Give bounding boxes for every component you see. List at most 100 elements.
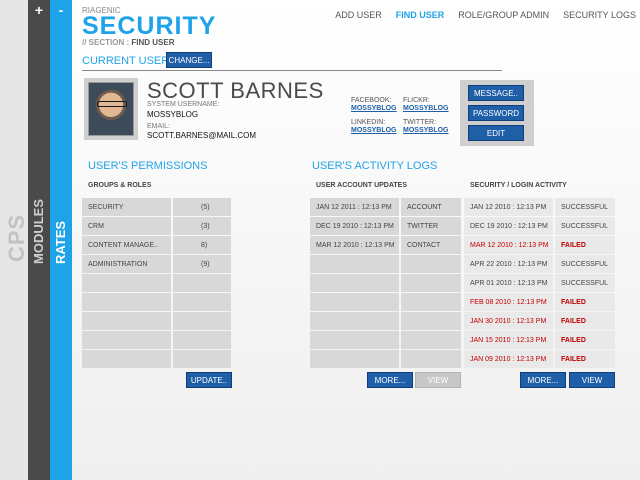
empty-row xyxy=(82,331,171,349)
empty-row xyxy=(401,331,461,349)
login-date: DEC 19 2010 : 12:13 PM xyxy=(464,217,553,235)
groups-roles-header: GROUPS & ROLES xyxy=(88,182,152,189)
collapse-minus-icon[interactable]: - xyxy=(50,3,72,17)
breadcrumb-current: FIND USER xyxy=(131,38,175,47)
activity-title: USER'S ACTIVITY LOGS xyxy=(312,160,438,172)
modules-label: MODULES xyxy=(31,199,46,264)
empty-row xyxy=(401,350,461,368)
empty-row xyxy=(310,331,399,349)
facebook-link[interactable]: MOSSYBLOG xyxy=(351,105,397,112)
top-nav: ADD USER FIND USER ROLE/GROUP ADMIN SECU… xyxy=(335,10,636,20)
empty-row xyxy=(401,293,461,311)
cps-label: CPS xyxy=(4,213,29,262)
empty-row xyxy=(82,350,171,368)
current-user-heading: CURRENT USER xyxy=(82,55,170,67)
login-status: SUCCESSFUL xyxy=(555,274,615,292)
login-status: SUCCESSFUL xyxy=(555,198,615,216)
update-date: JAN 12 2011 : 12:13 PM xyxy=(310,198,399,216)
divider xyxy=(82,70,502,71)
facebook-label: FACEBOOK: xyxy=(351,97,392,104)
login-status: FAILED xyxy=(555,293,615,311)
update-item: CONTACT xyxy=(401,236,461,254)
page-header: RIAGENIC SECURITY // SECTION : FIND USER xyxy=(82,6,216,47)
user-actions: MESSAGE.. PASSWORD EDIT xyxy=(460,80,534,146)
nav-security-logs[interactable]: SECURITY LOGS xyxy=(563,10,636,20)
glasses-graphic xyxy=(97,101,127,107)
rates-label: RATES xyxy=(53,220,68,264)
flickr-label: FLICKR: xyxy=(403,97,430,104)
permission-count: (5) xyxy=(173,198,231,216)
message-button[interactable]: MESSAGE.. xyxy=(468,85,524,101)
login-status: SUCCESSFUL xyxy=(555,217,615,235)
login-date: JAN 09 2010 : 12:13 PM xyxy=(464,350,553,368)
update-date: MAR 12 2010 : 12:13 PM xyxy=(310,236,399,254)
empty-row xyxy=(173,293,231,311)
main-panel: RIAGENIC SECURITY // SECTION : FIND USER… xyxy=(72,0,640,480)
empty-row xyxy=(310,350,399,368)
login-date: JAN 15 2010 : 12:13 PM xyxy=(464,331,553,349)
empty-row xyxy=(401,274,461,292)
update-permissions-button[interactable]: UPDATE.. xyxy=(186,372,232,388)
more-logins-button[interactable]: MORE... xyxy=(520,372,566,388)
empty-row xyxy=(173,350,231,368)
permission-name[interactable]: SECURITY xyxy=(82,198,171,216)
empty-row xyxy=(401,255,461,273)
avatar xyxy=(84,78,138,140)
empty-row xyxy=(173,312,231,330)
nav-add-user[interactable]: ADD USER xyxy=(335,10,382,20)
password-button[interactable]: PASSWORD xyxy=(468,105,524,121)
login-date: APR 22 2010 : 12:13 PM xyxy=(464,255,553,273)
login-status: SUCCESSFUL xyxy=(555,255,615,273)
permission-count: (3) xyxy=(173,217,231,235)
empty-row xyxy=(310,312,399,330)
twitter-label: TWITTER: xyxy=(403,119,437,126)
login-activity-header: SECURITY / LOGIN ACTIVITY xyxy=(470,182,567,189)
permission-name[interactable]: CRM xyxy=(82,217,171,235)
edit-button[interactable]: EDIT xyxy=(468,125,524,141)
linkedin-link[interactable]: MOSSYBLOG xyxy=(351,127,397,134)
update-item: ACCOUNT xyxy=(401,198,461,216)
view-updates-button[interactable]: VIEW xyxy=(415,372,461,388)
username-label: SYSTEM USERNAME: xyxy=(147,101,220,108)
login-status: FAILED xyxy=(555,350,615,368)
account-updates-header: USER ACCOUNT UPDATES xyxy=(316,182,408,189)
login-status: FAILED xyxy=(555,312,615,330)
empty-row xyxy=(310,293,399,311)
permission-name[interactable]: CONTENT MANAGE.. xyxy=(82,236,171,254)
update-date: DEC 19 2010 : 12:13 PM xyxy=(310,217,399,235)
empty-row xyxy=(82,274,171,292)
empty-row xyxy=(173,274,231,292)
username-value: MOSSYBLOG xyxy=(147,110,199,119)
login-date: JAN 30 2010 : 12:13 PM xyxy=(464,312,553,330)
nav-role-group-admin[interactable]: ROLE/GROUP ADMIN xyxy=(458,10,549,20)
login-date: APR 01 2010 : 12:13 PM xyxy=(464,274,553,292)
breadcrumb-prefix: // SECTION : xyxy=(82,38,130,47)
login-status: FAILED xyxy=(555,236,615,254)
twitter-link[interactable]: MOSSYBLOG xyxy=(403,127,449,134)
change-user-button[interactable]: CHANGE... xyxy=(166,52,212,68)
login-date: FEB 08 2010 : 12:13 PM xyxy=(464,293,553,311)
login-status: FAILED xyxy=(555,331,615,349)
linkedin-label: LINKEDIN: xyxy=(351,119,386,126)
view-logins-button[interactable]: VIEW xyxy=(569,372,615,388)
flickr-link[interactable]: MOSSYBLOG xyxy=(403,105,449,112)
permission-name[interactable]: ADMINISTRATION xyxy=(82,255,171,273)
empty-row xyxy=(310,255,399,273)
nav-find-user[interactable]: FIND USER xyxy=(396,10,445,20)
permission-count: (9) xyxy=(173,255,231,273)
empty-row xyxy=(82,312,171,330)
permissions-title: USER'S PERMISSIONS xyxy=(88,160,208,172)
expand-plus-icon[interactable]: + xyxy=(28,3,50,17)
cps-strip[interactable]: CPS xyxy=(0,0,29,480)
email-value: SCOTT.BARNES@MAIL.COM xyxy=(147,131,257,140)
login-date: MAR 12 2010 : 12:13 PM xyxy=(464,236,553,254)
more-updates-button[interactable]: MORE... xyxy=(367,372,413,388)
email-label: EMAIL: xyxy=(147,123,170,130)
user-photo xyxy=(88,82,134,136)
update-item: TWITTER xyxy=(401,217,461,235)
login-date: JAN 12 2010 : 12:13 PM xyxy=(464,198,553,216)
permission-count: 8) xyxy=(173,236,231,254)
empty-row xyxy=(310,274,399,292)
empty-row xyxy=(401,312,461,330)
empty-row xyxy=(173,331,231,349)
